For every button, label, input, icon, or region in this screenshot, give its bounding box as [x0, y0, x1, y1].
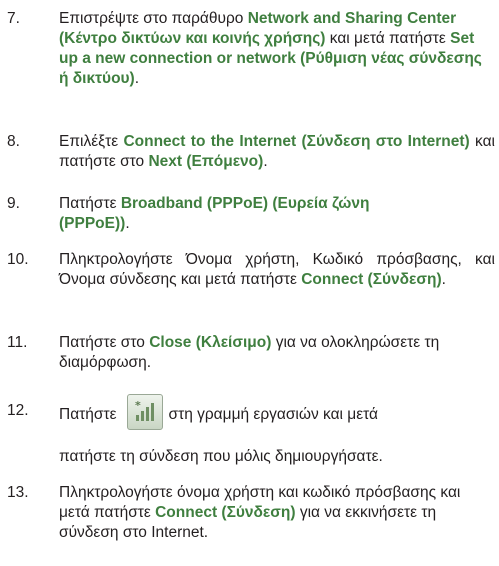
- step-text: Πληκτρολογήστε όνομα χρήστη και κωδικό π…: [59, 483, 495, 543]
- step-text-part: .: [134, 70, 140, 87]
- step-text-part: Πατήστε: [59, 406, 117, 424]
- step-text-bold: Next (Επόμενο): [148, 153, 264, 170]
- step-text-part: Επιλέξτε: [59, 133, 124, 150]
- step-text: Πατήστε Broadband (PPPoE) (Ευρεία ζώνη (…: [59, 194, 379, 234]
- svg-text:*: *: [135, 399, 141, 412]
- step-text-part: .: [263, 153, 268, 170]
- step-text: Επιστρέψτε στο παράθυρο Network and Shar…: [59, 9, 495, 89]
- step-text-part: στη γραμμή εργασιών και μετά: [168, 406, 379, 424]
- step-text-line2: πατήστε τη σύνδεση που μόλις δημιουργήσα…: [59, 448, 383, 465]
- step-text-part: .: [125, 215, 130, 232]
- step-text: Πατήστε * στη γραμμή εργασιών και μετά π…: [59, 394, 495, 467]
- step-number: 13.: [7, 484, 29, 501]
- step-number: 7.: [7, 10, 20, 27]
- step-number: 11.: [7, 334, 28, 351]
- step-text: Πληκτρολογήστε Όνομα χρήστη, Κωδικό πρόσ…: [59, 250, 495, 290]
- step-text-part: Επιστρέψτε στο παράθυρο: [59, 10, 248, 27]
- step-number: 10.: [7, 251, 29, 268]
- network-connection-icon: *: [126, 394, 163, 430]
- step-number: 8.: [7, 133, 20, 150]
- step-text-bold: Connect (Σύνδεση): [155, 504, 296, 521]
- step-number: 9.: [7, 195, 20, 212]
- step-text-bold: Connect to the Internet (Σύνδεση στο Int…: [123, 133, 470, 150]
- step-text-bold: Close (Κλείσιμο): [149, 334, 272, 351]
- step-text-part: και μετά πατήστε: [325, 30, 451, 47]
- step-text-part: Πατήστε: [59, 195, 121, 212]
- step-text: Πατήστε στο Close (Κλείσιμο) για να ολοκ…: [59, 333, 495, 373]
- step-text-part: .: [441, 271, 446, 288]
- step-number: 12.: [7, 402, 29, 419]
- step-text-part: Πατήστε στο: [59, 334, 150, 351]
- step-text: Επιλέξτε Connect to the Internet (Σύνδεσ…: [59, 132, 495, 172]
- step-text-bold: Connect (Σύνδεση): [301, 271, 442, 288]
